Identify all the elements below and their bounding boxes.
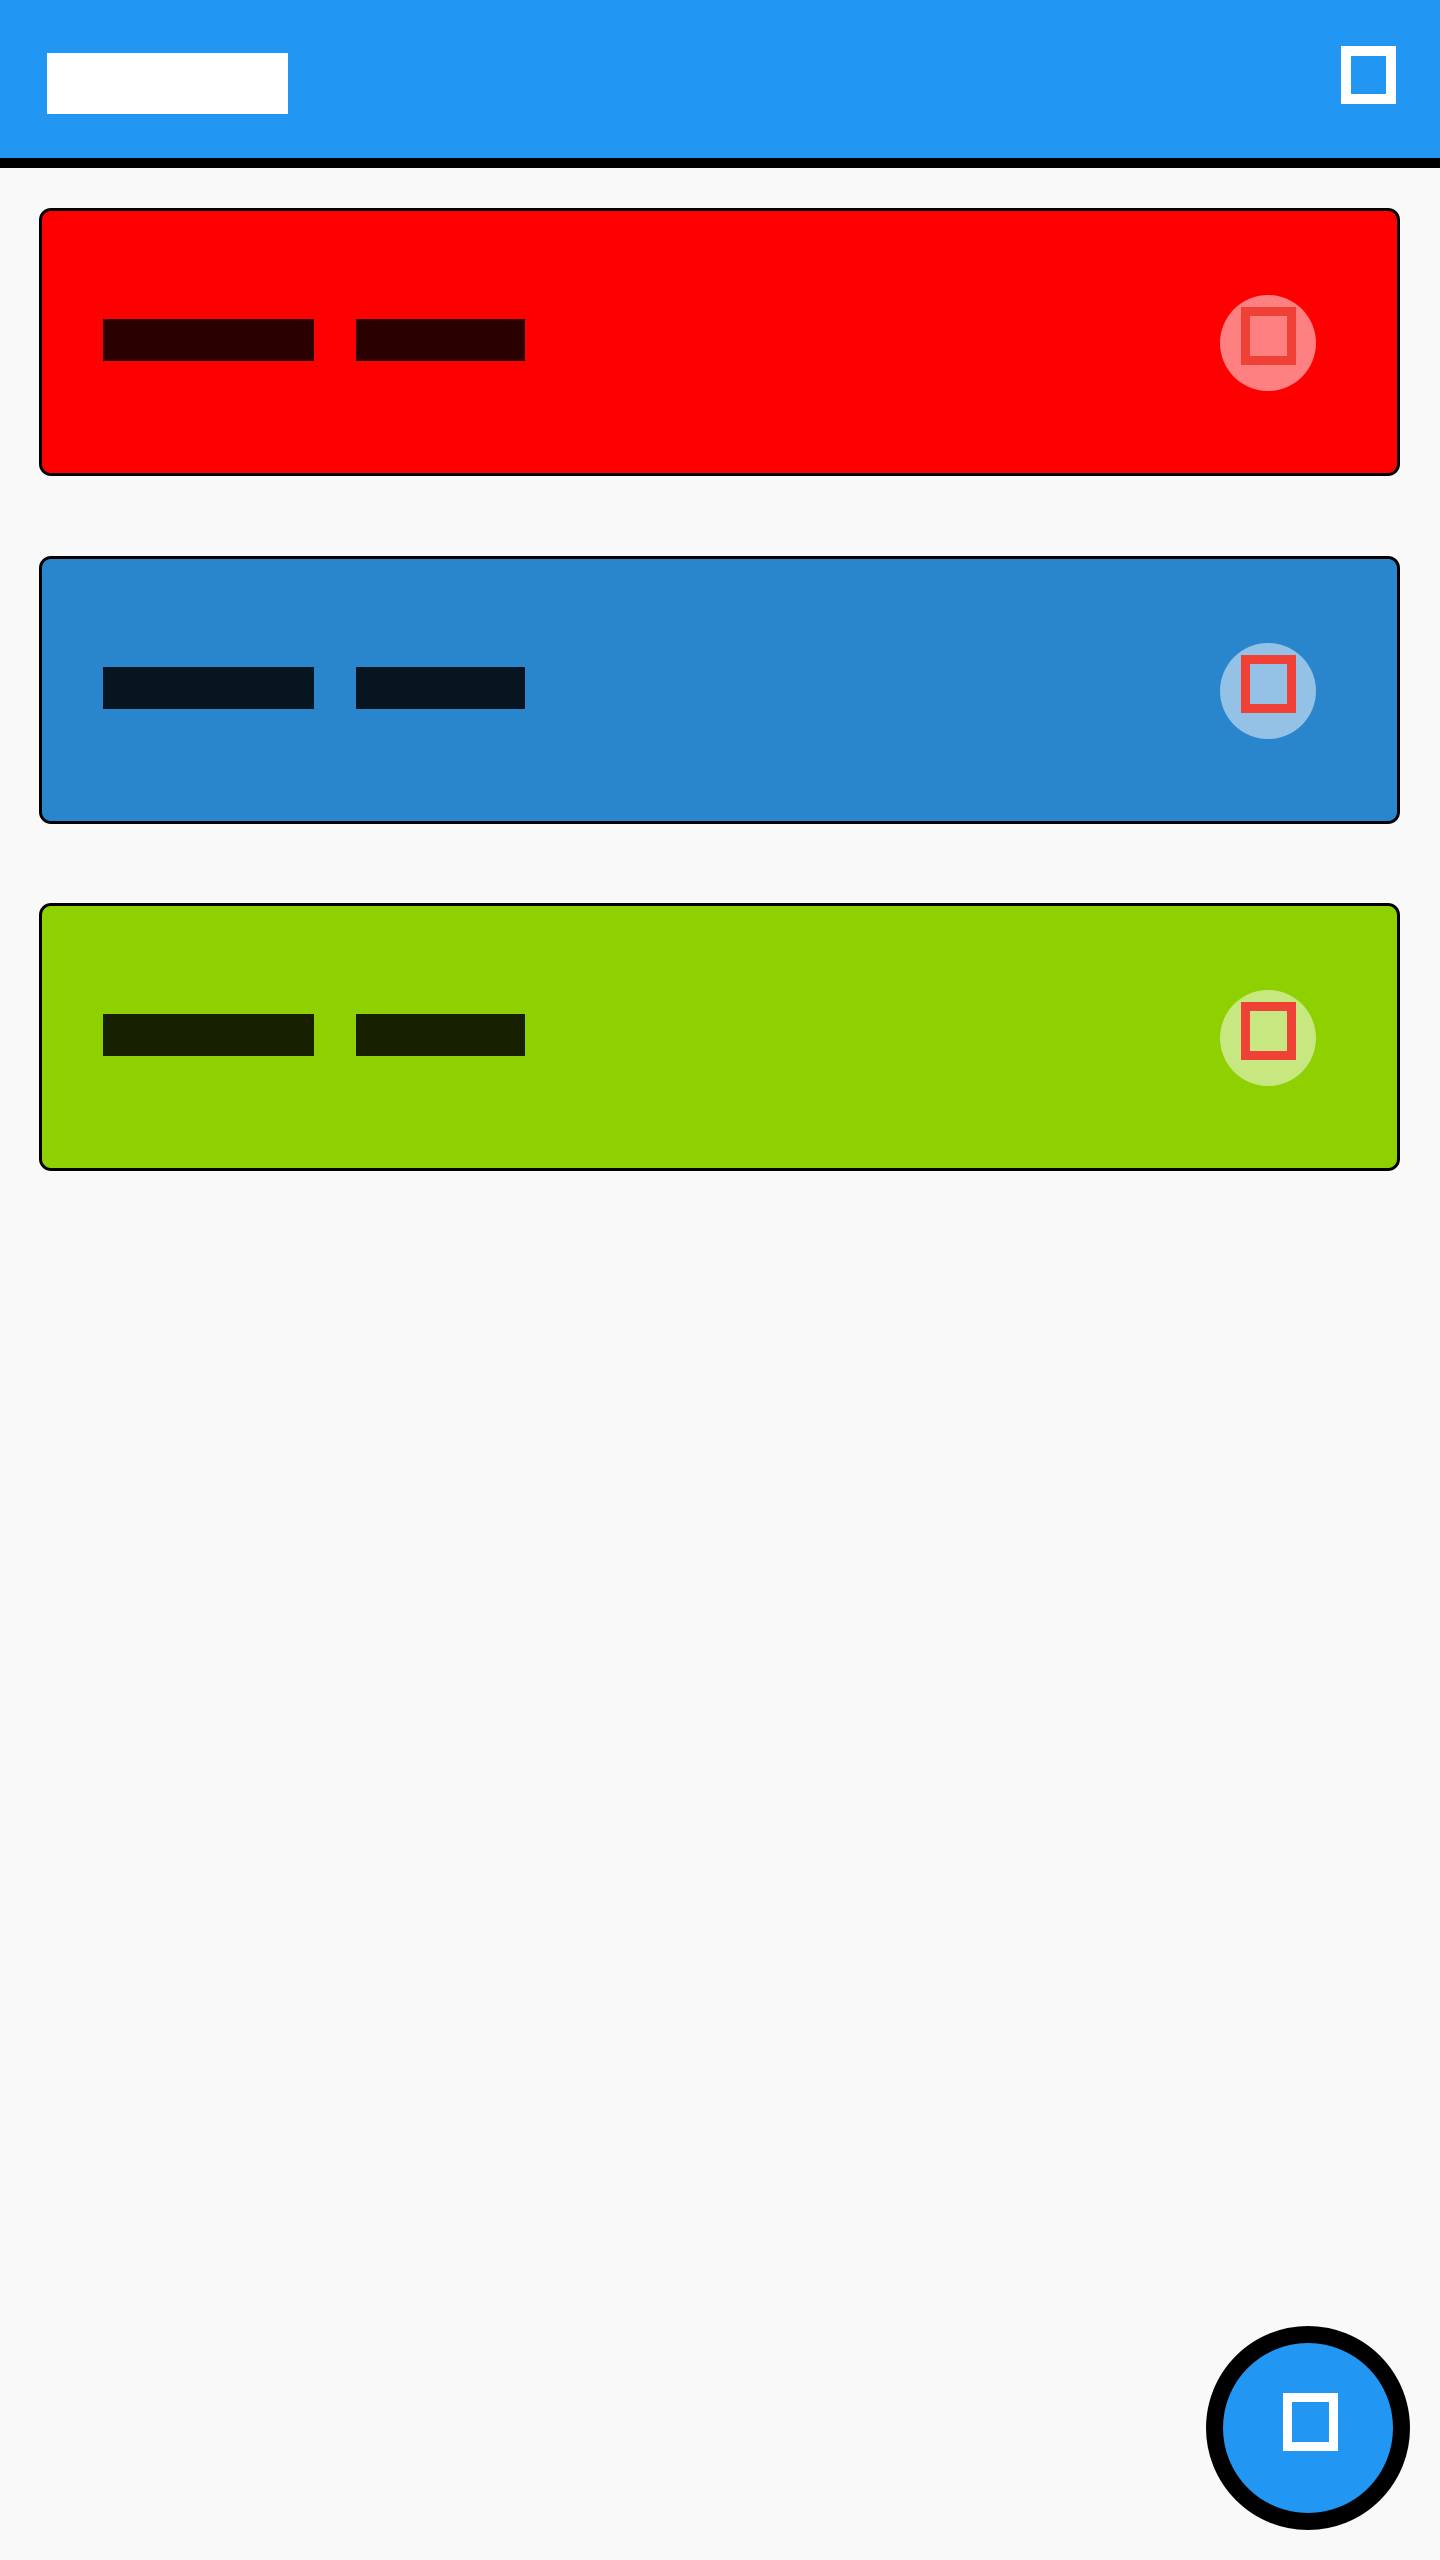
floating-action-button[interactable]	[1206, 2326, 1410, 2530]
card-title-word	[103, 1014, 314, 1056]
square-icon	[1283, 2393, 1338, 2451]
card-toggle-button[interactable]	[1220, 990, 1316, 1086]
square-icon	[1241, 307, 1296, 365]
color-card-blue[interactable]	[39, 556, 1400, 824]
card-title-word	[356, 667, 525, 709]
card-title-word	[356, 1014, 525, 1056]
card-title-word	[356, 319, 525, 361]
app-title	[47, 53, 288, 114]
card-title-word	[103, 319, 314, 361]
card-title-word	[103, 667, 314, 709]
app-bar	[0, 0, 1440, 168]
square-icon	[1241, 1002, 1296, 1060]
card-toggle-button[interactable]	[1220, 643, 1316, 739]
card-title	[103, 319, 525, 361]
color-card-green[interactable]	[39, 903, 1400, 1171]
app-bar-action-icon[interactable]	[1341, 46, 1396, 104]
card-title	[103, 1014, 525, 1056]
card-title	[103, 667, 525, 709]
color-card-red[interactable]	[39, 208, 1400, 476]
square-icon	[1241, 655, 1296, 713]
card-toggle-button[interactable]	[1220, 295, 1316, 391]
